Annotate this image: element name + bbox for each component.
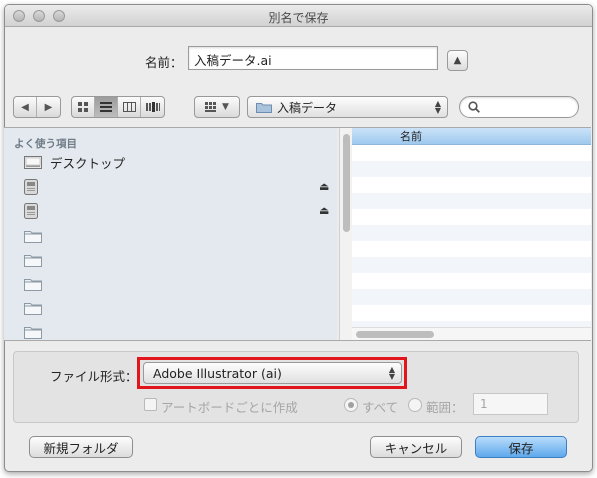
sidebar-heading: よく使う項目: [14, 138, 77, 150]
triangle-up-icon: ▲: [453, 55, 462, 66]
list-row: [352, 305, 591, 321]
folder-icon: [24, 327, 42, 339]
scrollbar-thumb[interactable]: [343, 134, 350, 232]
list-row: [352, 289, 591, 305]
filename-input[interactable]: 入稿データ.ai: [188, 46, 438, 70]
sidebar: よく使う項目 デスクトップ ⏏ ⏏: [4, 128, 337, 340]
list-row: [352, 257, 591, 273]
scrollbar-thumb[interactable]: [356, 331, 434, 338]
list-row: [352, 145, 591, 161]
list-row: [352, 273, 591, 289]
dropdown-arrow-icon: ▼: [222, 102, 229, 112]
folder-icon: [24, 231, 42, 243]
list-lines-icon: [100, 102, 112, 112]
artboard-label: アートボードごとに作成: [161, 400, 298, 415]
file-list: 名前: [352, 128, 591, 340]
triangle-left-icon: ◀: [21, 101, 29, 113]
column-view-button[interactable]: [118, 97, 141, 117]
title-bar: 別名で保存: [5, 5, 592, 27]
column-header-name[interactable]: 名前: [352, 128, 591, 145]
list-row: [352, 241, 591, 257]
folder-icon: [24, 279, 42, 291]
back-forward-control: ◀ ▶: [13, 96, 61, 118]
icon-view-button[interactable]: [72, 97, 95, 117]
save-button[interactable]: 保存: [475, 436, 567, 458]
columns-icon: [122, 102, 136, 112]
magnifier-icon: [468, 101, 480, 113]
sidebar-item-folder-3[interactable]: [24, 274, 50, 294]
sidebar-item-folder-4[interactable]: [24, 298, 50, 318]
radio-range[interactable]: [408, 398, 422, 412]
location-popup[interactable]: 入稿データ ▲ ▼: [247, 96, 448, 118]
disk-icon: [24, 179, 38, 195]
location-label: 入稿データ: [277, 100, 338, 115]
list-row: [352, 177, 591, 193]
radio-all-label: すべて: [362, 400, 399, 415]
window-title: 別名で保存: [268, 11, 329, 25]
file-list-scrollbar[interactable]: [352, 327, 591, 340]
list-row: [352, 161, 591, 177]
list-view-button[interactable]: [95, 97, 118, 117]
file-browser: よく使う項目 デスクトップ ⏏ ⏏ 名前: [4, 127, 591, 341]
sidebar-item-label: デスクトップ: [50, 155, 126, 171]
sidebar-item-folder-5[interactable]: [24, 322, 50, 340]
folder-icon: [24, 303, 42, 315]
arrange-menu-button[interactable]: ▼: [194, 96, 240, 118]
icon-grid-icon: [77, 101, 88, 112]
back-button[interactable]: ◀: [14, 97, 37, 117]
name-label: 名前：: [145, 55, 183, 70]
disk-icon: [24, 203, 38, 219]
eject-icon[interactable]: ⏏: [319, 204, 329, 217]
sidebar-item-desktop[interactable]: デスクトップ: [24, 152, 125, 172]
arrange-grid-icon: [205, 102, 217, 112]
format-label: ファイル形式：: [50, 369, 138, 384]
artboard-checkbox[interactable]: [144, 398, 157, 411]
eject-icon[interactable]: ⏏: [319, 180, 329, 193]
folder-icon: [24, 255, 42, 267]
triangle-right-icon: ▶: [44, 101, 53, 113]
view-mode-control: [71, 96, 165, 118]
up-down-arrows-icon: ▲ ▼: [434, 99, 441, 115]
radio-selected-dot: [348, 402, 354, 408]
radio-range-label: 範囲：: [426, 400, 464, 415]
format-value: Adobe Illustrator (ai): [153, 365, 282, 381]
sidebar-item-disk-1[interactable]: [24, 177, 46, 197]
range-input[interactable]: 1: [473, 393, 548, 415]
format-select[interactable]: Adobe Illustrator (ai) ▲ ▼: [143, 362, 402, 384]
sidebar-item-folder-1[interactable]: [24, 226, 50, 246]
list-row: [352, 209, 591, 225]
list-row: [352, 193, 591, 209]
coverflow-view-button[interactable]: [141, 97, 164, 117]
coverflow-icon: [145, 102, 160, 112]
radio-all[interactable]: [344, 398, 358, 412]
cancel-button[interactable]: キャンセル: [370, 436, 462, 458]
list-row: [352, 225, 591, 241]
desktop-icon: [24, 156, 42, 169]
forward-button[interactable]: ▶: [37, 97, 60, 117]
up-down-arrows-icon: ▲ ▼: [388, 365, 395, 381]
sidebar-scrollbar[interactable]: [339, 128, 352, 340]
sidebar-item-disk-2[interactable]: [24, 201, 46, 221]
search-field[interactable]: [459, 96, 579, 118]
folder-icon: [256, 103, 272, 113]
sidebar-item-folder-2[interactable]: [24, 250, 50, 270]
collapse-dialog-button[interactable]: ▲: [447, 50, 468, 71]
new-folder-button[interactable]: 新規フォルダ: [29, 436, 133, 458]
